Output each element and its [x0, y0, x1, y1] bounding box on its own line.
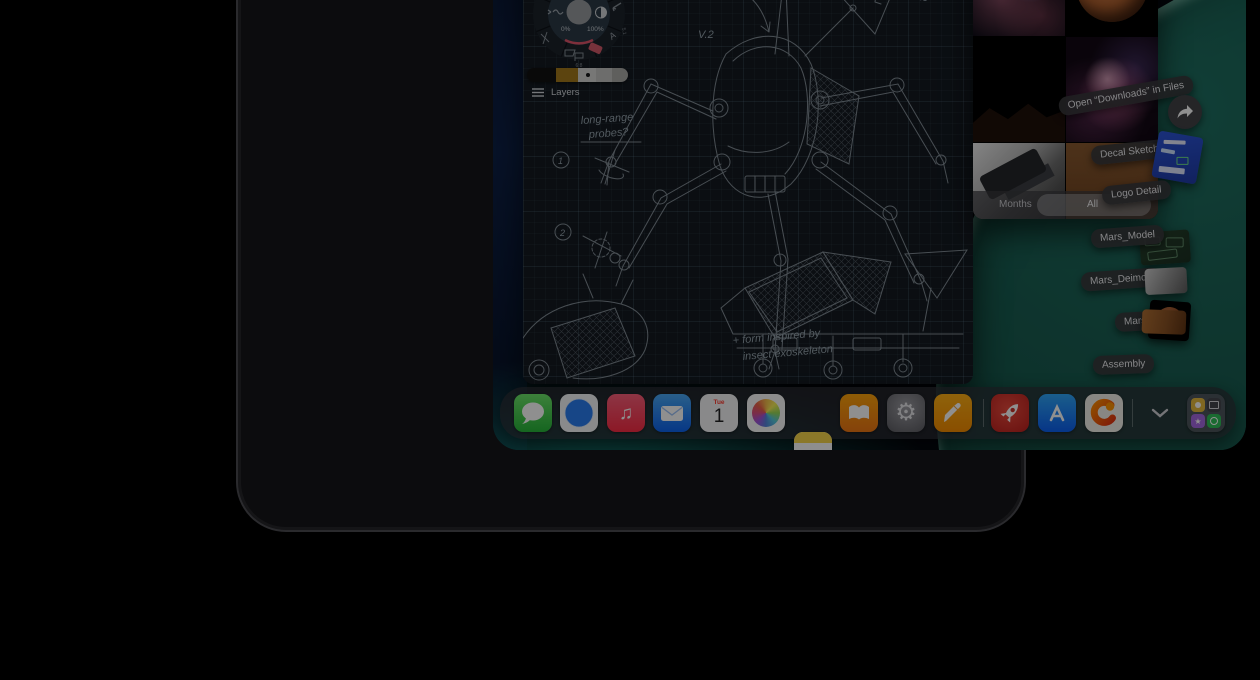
tab-all[interactable]: All: [1087, 199, 1098, 210]
dock-app-music[interactable]: ♫: [607, 394, 645, 432]
ipad-device: connect to solar comms satellite V.2 + f…: [236, 0, 1026, 532]
annotation-probes-2: probes?: [587, 126, 629, 141]
dock-app-library[interactable]: ★: [1187, 394, 1225, 432]
photo-mars-desert[interactable]: [973, 37, 1065, 142]
dock-app-calendar[interactable]: Tue 1: [700, 394, 738, 432]
concepts-c-icon: [1085, 394, 1123, 432]
library-mini-lightbulb-icon: [1191, 398, 1205, 412]
annotation-form-2: insect exoskeleton: [742, 343, 833, 363]
library-mini-circle-icon: [1207, 414, 1221, 428]
dock-chevron-button[interactable]: [1146, 401, 1174, 425]
photo-grid: [973, 0, 1158, 219]
dock-app-mail[interactable]: [653, 394, 691, 432]
swatch-gray[interactable]: [596, 68, 612, 82]
layers-label: Layers: [551, 87, 580, 98]
promo-stage: connect to solar comms satellite V.2 + f…: [0, 0, 1260, 680]
swatch-black[interactable]: [527, 68, 556, 82]
library-mini-camera-icon: [1207, 398, 1221, 412]
dock: ♫ Tue 1 ⚙: [500, 387, 1236, 439]
tool-wheel[interactable]: 1.6 A 1.3: [525, 0, 633, 68]
color-swatch-bar[interactable]: [527, 68, 628, 82]
dock-app-appstore[interactable]: [1038, 394, 1076, 432]
safari-compass-icon: [560, 394, 598, 432]
rocket-icon: [995, 398, 1025, 428]
opacity-min-label: 0%: [561, 26, 571, 33]
dock-app-messages[interactable]: [514, 394, 552, 432]
concepts-app-window: connect to solar comms satellite V.2 + f…: [523, 0, 973, 384]
annotation-satellite: satellite: [891, 0, 930, 4]
dock-app-photos[interactable]: [747, 394, 785, 432]
annotation-num-1: 1: [558, 156, 563, 166]
dock-app-safari[interactable]: [560, 394, 598, 432]
dock-app-settings[interactable]: ⚙: [887, 394, 925, 432]
photos-app-window: Months All: [973, 0, 1158, 219]
dock-app-rocket[interactable]: [991, 394, 1029, 432]
tab-months[interactable]: Months: [999, 199, 1032, 210]
layers-button[interactable]: Layers: [532, 87, 580, 98]
books-open-book-icon: [847, 403, 871, 423]
hamburger-icon: [532, 88, 544, 97]
messages-bubble-icon: [514, 394, 552, 432]
opacity-max-label: 100%: [587, 26, 604, 33]
dock-divider: [1132, 399, 1133, 427]
photo-orion-nebula[interactable]: [1066, 37, 1158, 142]
chevron-down-icon: [1151, 408, 1169, 418]
dock-app-concepts[interactable]: [1085, 394, 1123, 432]
swatch-midgray[interactable]: [612, 68, 628, 82]
annotation-version: V.2: [698, 29, 714, 41]
photos-bottom-bar: Months All: [973, 191, 1158, 219]
annotation-num-2: 2: [559, 228, 565, 238]
tool-size-3: 5.1: [620, 27, 627, 35]
calendar-day: 1: [700, 407, 738, 426]
annotation-probes-1: long-range: [580, 111, 633, 127]
settings-gear-glyph: ⚙: [895, 401, 917, 425]
appstore-a-icon: [1042, 398, 1072, 428]
annotation-form-1: + form inspired by: [732, 327, 822, 347]
mail-envelope-icon: [653, 394, 691, 432]
dock-app-books[interactable]: [840, 394, 878, 432]
photo-mars-globe[interactable]: [1066, 0, 1158, 36]
dock-divider: [983, 399, 984, 427]
swatch-gold[interactable]: [556, 68, 578, 82]
swatch-lightgray-selected[interactable]: [578, 68, 596, 82]
ipad-screen: connect to solar comms satellite V.2 + f…: [493, 0, 1246, 450]
photo-nebula[interactable]: [973, 0, 1065, 36]
library-mini-star-icon: ★: [1191, 414, 1205, 428]
dock-app-notes[interactable]: [794, 432, 832, 450]
calendar-weekday: Tue: [700, 399, 738, 406]
dock-app-pages[interactable]: [934, 394, 972, 432]
music-note-icon: ♫: [619, 404, 633, 423]
color-puck[interactable]: [567, 0, 592, 25]
pages-pen-icon: [940, 400, 966, 426]
